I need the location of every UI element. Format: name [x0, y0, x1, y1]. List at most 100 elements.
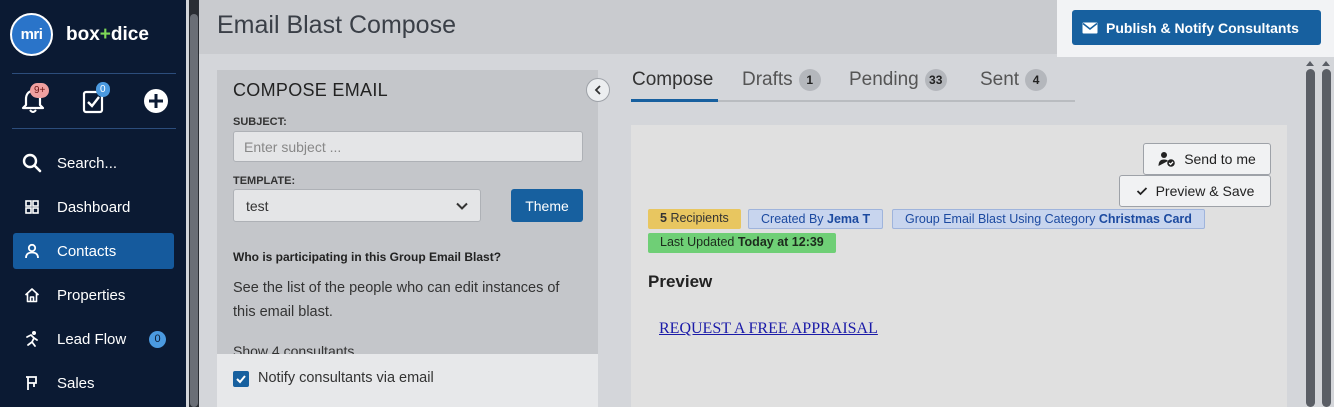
category-label: Group Email Blast Using Category — [905, 212, 1096, 226]
tab-compose[interactable]: Compose — [632, 69, 713, 91]
sidebar-divider — [12, 73, 176, 74]
tasks-badge: 0 — [96, 82, 110, 97]
mail-icon — [1082, 22, 1098, 33]
tab-bar: Compose Drafts 1 Pending 33 Sent 4 — [631, 66, 1075, 102]
publish-label: Publish & Notify Consultants — [1106, 19, 1299, 36]
notify-consultants-row: Notify consultants via email — [217, 354, 598, 407]
sidebar-item-lead-flow[interactable]: Lead Flow 0 — [13, 321, 174, 357]
scrollbar-thumb[interactable] — [1322, 69, 1331, 407]
user-check-icon — [1158, 151, 1176, 167]
lead-flow-count-badge: 0 — [149, 331, 166, 348]
brand-name: box+dice — [66, 24, 149, 46]
template-value: test — [246, 197, 269, 214]
notifications-badge: 9+ — [30, 83, 50, 98]
sidebar-item-label: Contacts — [57, 242, 117, 260]
last-updated-label: Last Updated — [660, 235, 735, 249]
sidebar-item-sales[interactable]: Sales — [13, 365, 174, 401]
send-to-me-button[interactable]: Send to me — [1143, 143, 1271, 175]
scroll-up-arrow-icon[interactable] — [1321, 59, 1331, 67]
person-icon — [21, 240, 43, 262]
subject-label: SUBJECT: — [233, 116, 287, 128]
send-to-me-label: Send to me — [1184, 151, 1256, 167]
tab-count-badge: 1 — [798, 69, 821, 91]
recipients-badge[interactable]: 5 Recipients — [648, 209, 741, 229]
add-button[interactable] — [141, 86, 171, 116]
chevron-left-icon — [594, 85, 601, 95]
compose-panel: COMPOSE EMAIL SUBJECT: TEMPLATE: test Th… — [217, 70, 598, 407]
collapse-panel-button[interactable] — [586, 78, 610, 102]
tab-pending[interactable]: Pending 33 — [849, 69, 947, 91]
notifications-button[interactable]: 9+ — [18, 83, 50, 116]
brand-plus: + — [99, 23, 111, 45]
search-icon — [21, 152, 43, 174]
brand-part1: box — [66, 23, 100, 45]
active-tab-indicator — [631, 99, 718, 102]
publish-area: Publish & Notify Consultants — [1057, 0, 1334, 57]
running-person-icon — [21, 328, 43, 350]
home-icon — [21, 284, 43, 306]
last-updated-value: Today at 12:39 — [737, 235, 824, 249]
main-scrollbar[interactable] — [1300, 57, 1334, 407]
tab-label: Drafts — [742, 69, 793, 90]
created-by-label: Created By — [761, 212, 824, 226]
last-updated-badge: Last Updated Today at 12:39 — [648, 233, 836, 253]
sidebar: mri box+dice 9+ 0 Search... Dashboard Co… — [0, 0, 186, 407]
brand-part2: dice — [110, 23, 149, 45]
preview-save-label: Preview & Save — [1155, 183, 1255, 199]
created-by-name: Jema T — [827, 212, 871, 226]
quick-actions: 9+ 0 — [0, 82, 186, 122]
tab-sent[interactable]: Sent 4 — [980, 69, 1048, 91]
category-badge: Group Email Blast Using Category Christm… — [892, 209, 1205, 229]
participants-description: See the list of the people who can edit … — [233, 280, 560, 320]
preview-heading: Preview — [648, 272, 713, 291]
request-appraisal-link[interactable]: REQUEST A FREE APPRAISAL — [659, 320, 878, 338]
compose-title: COMPOSE EMAIL — [233, 80, 388, 100]
mri-logo: mri — [10, 13, 53, 56]
scrollbar-thumb[interactable] — [1306, 69, 1315, 407]
sidebar-item-label: Lead Flow — [57, 330, 127, 348]
sign-icon — [21, 372, 43, 394]
sidebar-divider — [12, 128, 176, 129]
template-label: TEMPLATE: — [233, 175, 296, 187]
sidebar-nav: Search... Dashboard Contacts Properties … — [0, 145, 186, 407]
tasks-button[interactable]: 0 — [78, 82, 110, 116]
sidebar-scrollbar-thumb[interactable] — [190, 14, 198, 407]
logo[interactable]: mri box+dice — [10, 13, 149, 56]
sidebar-item-search[interactable]: Search... — [13, 145, 174, 181]
notify-consultants-label[interactable]: Notify consultants via email — [258, 370, 434, 386]
compose-preview-card: Send to me Preview & Save 5 Recipients C… — [631, 125, 1287, 407]
tab-drafts[interactable]: Drafts 1 — [742, 69, 821, 91]
recipients-label: Recipients — [670, 211, 729, 225]
recipients-count: 5 — [660, 211, 667, 225]
page-header: Email Blast Compose Publish & Notify Con… — [199, 0, 1334, 57]
template-select[interactable]: test — [233, 189, 481, 222]
tab-count-badge: 33 — [924, 69, 947, 91]
sidebar-item-label: Dashboard — [57, 198, 131, 216]
plus-circle-icon — [144, 89, 168, 113]
tab-label: Compose — [632, 69, 714, 90]
participants-question: Who is participating in this Group Email… — [233, 250, 502, 264]
check-icon — [236, 375, 246, 384]
notify-consultants-checkbox[interactable] — [233, 371, 249, 387]
check-icon — [1136, 185, 1148, 197]
sidebar-item-label: Search... — [57, 154, 118, 172]
created-by-badge: Created By Jema T — [748, 209, 884, 229]
chevron-down-icon — [456, 202, 468, 210]
category-name: Christmas Card — [1098, 212, 1192, 226]
scroll-up-arrow-icon[interactable] — [1305, 59, 1315, 67]
publish-notify-button[interactable]: Publish & Notify Consultants — [1072, 10, 1321, 45]
sidebar-item-dashboard[interactable]: Dashboard — [13, 189, 174, 225]
sidebar-scrollbar[interactable] — [189, 0, 199, 407]
tab-label: Pending — [849, 69, 919, 90]
page-title: Email Blast Compose — [217, 11, 456, 39]
sidebar-item-label: Sales — [57, 374, 95, 392]
preview-save-button[interactable]: Preview & Save — [1119, 175, 1271, 207]
sidebar-item-label: Properties — [57, 286, 126, 304]
tab-label: Sent — [980, 69, 1020, 90]
tab-count-badge: 4 — [1025, 69, 1048, 91]
sidebar-item-contacts[interactable]: Contacts — [13, 233, 174, 269]
theme-button[interactable]: Theme — [511, 189, 583, 222]
subject-input[interactable] — [233, 131, 583, 162]
sidebar-item-properties[interactable]: Properties — [13, 277, 174, 313]
dashboard-icon — [21, 196, 43, 218]
